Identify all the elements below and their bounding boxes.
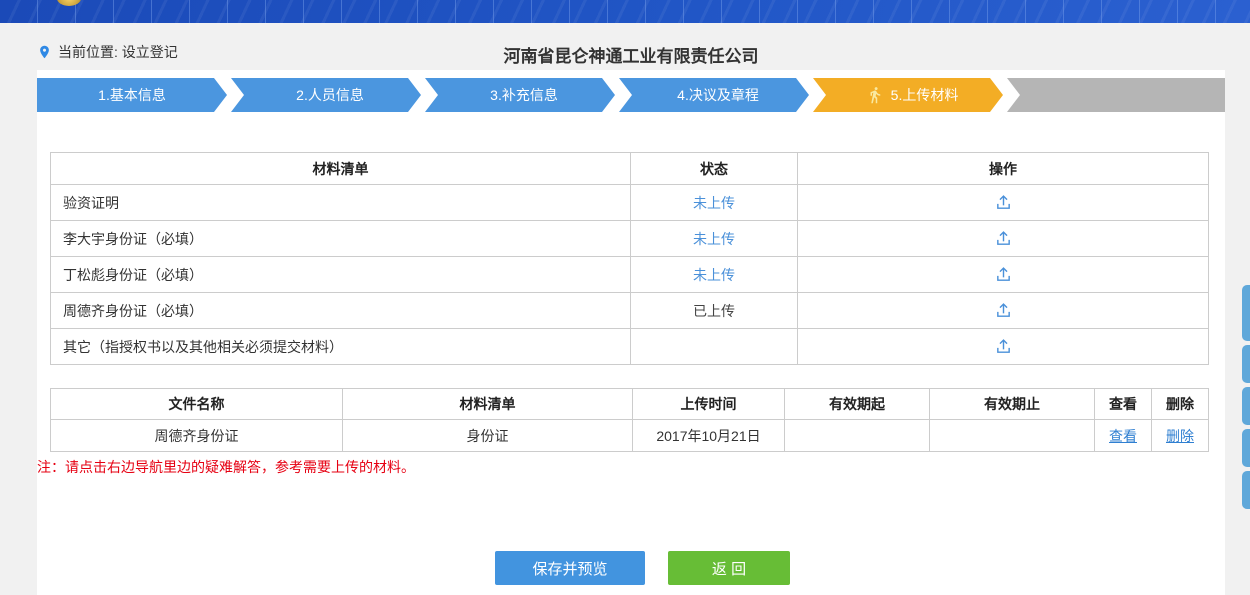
table-row: 周德齐身份证（必填） 已上传 (51, 293, 1209, 329)
upload-icon (995, 194, 1012, 211)
col-material-list: 材料清单 (343, 389, 633, 420)
table-row: 李大宇身份证（必填） 未上传 (51, 221, 1209, 257)
step-wizard: 1.基本信息 2.人员信息 3.补充信息 4.决议及章程 5.上传材料 (37, 78, 1225, 112)
file-name: 周德齐身份证 (51, 420, 343, 452)
table-row: 周德齐身份证 身份证 2017年10月21日 查看 删除 (51, 420, 1209, 452)
runner-icon (866, 86, 884, 104)
material-name: 李大宇身份证（必填） (51, 221, 631, 257)
upload-button[interactable] (991, 264, 1016, 285)
side-tab[interactable] (1242, 285, 1250, 341)
table-row: 其它（指授权书以及其他相关必须提交材料） (51, 329, 1209, 365)
status-badge: 未上传 (631, 185, 798, 221)
col-file-name: 文件名称 (51, 389, 343, 420)
status-badge (631, 329, 798, 365)
table-header-row: 文件名称 材料清单 上传时间 有效期起 有效期止 查看 删除 (51, 389, 1209, 420)
step-label: 1.基本信息 (98, 85, 166, 105)
step-tab-upload-materials[interactable]: 5.上传材料 (813, 78, 1003, 112)
step-label: 4.决议及章程 (677, 85, 759, 105)
operation-cell (798, 293, 1209, 329)
upload-button[interactable] (991, 192, 1016, 213)
site-emblem (57, 0, 81, 6)
step-tab-supplementary-info[interactable]: 3.补充信息 (425, 78, 615, 112)
step-label: 3.补充信息 (490, 85, 558, 105)
step-wizard-remainder (1007, 78, 1225, 112)
uploaded-files-table: 文件名称 材料清单 上传时间 有效期起 有效期止 查看 删除 周德齐身份证 身份… (50, 388, 1209, 452)
view-link[interactable]: 查看 (1109, 428, 1137, 444)
step-label: 2.人员信息 (296, 85, 364, 105)
material-name: 验资证明 (51, 185, 631, 221)
upload-button[interactable] (991, 336, 1016, 357)
operation-cell (798, 257, 1209, 293)
material-name: 丁松彪身份证（必填） (51, 257, 631, 293)
file-valid-to (930, 420, 1095, 452)
file-upload-time: 2017年10月21日 (633, 420, 785, 452)
file-valid-from (785, 420, 930, 452)
upload-button[interactable] (991, 228, 1016, 249)
col-upload-time: 上传时间 (633, 389, 785, 420)
back-button[interactable]: 返 回 (668, 551, 790, 585)
material-name: 周德齐身份证（必填） (51, 293, 631, 329)
step-tab-resolution-charter[interactable]: 4.决议及章程 (619, 78, 809, 112)
side-tab[interactable] (1242, 387, 1250, 425)
operation-cell (798, 329, 1209, 365)
side-tab[interactable] (1242, 345, 1250, 383)
upload-icon (995, 302, 1012, 319)
upload-button[interactable] (991, 300, 1016, 321)
materials-table: 材料清单 状态 操作 验资证明 未上传 李大宇身份证（必填） 未上传 (50, 152, 1209, 365)
table-row: 验资证明 未上传 (51, 185, 1209, 221)
side-tab[interactable] (1242, 471, 1250, 509)
upload-icon (995, 266, 1012, 283)
top-banner (0, 0, 1250, 23)
main-panel: 1.基本信息 2.人员信息 3.补充信息 4.决议及章程 5.上传材料 材料清单… (37, 70, 1225, 595)
col-view: 查看 (1095, 389, 1152, 420)
col-status: 状态 (631, 153, 798, 185)
col-delete: 删除 (1152, 389, 1209, 420)
save-and-preview-button[interactable]: 保存并预览 (495, 551, 645, 585)
table-row: 丁松彪身份证（必填） 未上传 (51, 257, 1209, 293)
side-tab[interactable] (1242, 429, 1250, 467)
operation-cell (798, 185, 1209, 221)
status-badge: 未上传 (631, 257, 798, 293)
step-tab-personnel-info[interactable]: 2.人员信息 (231, 78, 421, 112)
material-name: 其它（指授权书以及其他相关必须提交材料） (51, 329, 631, 365)
status-badge: 已上传 (631, 293, 798, 329)
col-operation: 操作 (798, 153, 1209, 185)
status-badge: 未上传 (631, 221, 798, 257)
step-label: 5.上传材料 (891, 85, 959, 105)
col-material-list: 材料清单 (51, 153, 631, 185)
file-material: 身份证 (343, 420, 633, 452)
table-header-row: 材料清单 状态 操作 (51, 153, 1209, 185)
upload-icon (995, 230, 1012, 247)
page-title: 河南省昆仑神通工业有限责任公司 (37, 42, 1225, 67)
upload-icon (995, 338, 1012, 355)
delete-link[interactable]: 删除 (1166, 428, 1194, 444)
view-cell: 查看 (1095, 420, 1152, 452)
delete-cell: 删除 (1152, 420, 1209, 452)
col-valid-to: 有效期止 (930, 389, 1095, 420)
operation-cell (798, 221, 1209, 257)
step-tab-basic-info[interactable]: 1.基本信息 (37, 78, 227, 112)
col-valid-from: 有效期起 (785, 389, 930, 420)
note-text: 注：请点击右边导航里边的疑难解答，参考需要上传的材料。 (37, 457, 415, 477)
